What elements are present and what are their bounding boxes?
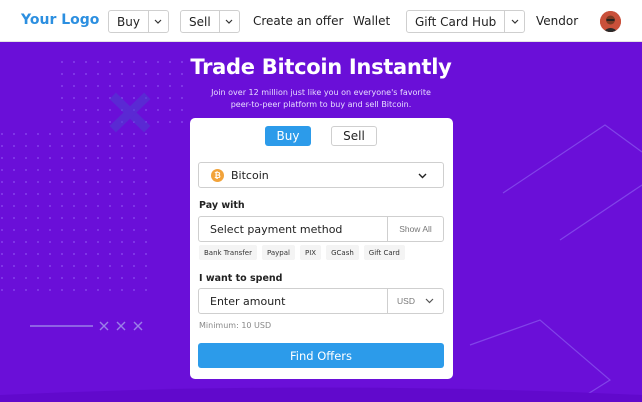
nav-buy-label: Buy xyxy=(117,14,140,29)
show-all-button[interactable]: Show All xyxy=(387,217,443,241)
nav-sell-label: Sell xyxy=(189,14,211,29)
top-navigation: Your Logo Buy Sell Create an offer Walle… xyxy=(0,0,642,42)
payment-method-placeholder: Select payment method xyxy=(210,222,343,236)
coin-select[interactable]: ₿ Bitcoin xyxy=(198,162,444,188)
chevron-down-icon[interactable] xyxy=(147,11,168,32)
chip-gift-card[interactable]: Gift Card xyxy=(363,245,405,260)
nav-create-offer[interactable]: Create an offer xyxy=(253,14,343,28)
avatar-icon xyxy=(600,11,621,32)
hero-subtitle: Join over 12 million just like you on ev… xyxy=(196,87,446,111)
minimum-amount-note: Minimum: 10 USD xyxy=(199,321,272,330)
trade-card: Buy Sell ₿ Bitcoin Pay with Select payme… xyxy=(190,118,453,379)
payment-method-select[interactable]: Select payment method Show All xyxy=(198,216,444,242)
amount-placeholder: Enter amount xyxy=(210,294,286,308)
pay-with-label: Pay with xyxy=(199,200,245,211)
hero-title: Trade Bitcoin Instantly xyxy=(190,55,452,79)
hero-subtitle-line-1: Join over 12 million just like you on ev… xyxy=(211,88,431,97)
chip-pix[interactable]: PIX xyxy=(300,245,322,260)
chip-paypal[interactable]: Paypal xyxy=(261,245,295,260)
tab-buy[interactable]: Buy xyxy=(265,126,311,146)
nav-vendor[interactable]: Vendor xyxy=(536,14,578,28)
x-mark-icon xyxy=(109,92,151,133)
tab-sell[interactable]: Sell xyxy=(331,126,377,146)
user-avatar[interactable] xyxy=(600,11,621,32)
amount-input[interactable]: Enter amount USD xyxy=(198,288,444,314)
chevron-down-icon xyxy=(418,166,427,184)
find-offers-button[interactable]: Find Offers xyxy=(198,343,444,368)
nav-wallet[interactable]: Wallet xyxy=(353,14,390,28)
chevron-down-icon xyxy=(425,298,434,304)
chevron-down-icon[interactable] xyxy=(504,11,524,32)
coin-select-label: Bitcoin xyxy=(231,168,269,182)
hero-subtitle-line-2: peer-to-peer platform to buy and sell Bi… xyxy=(230,100,412,109)
nav-gift-card-hub-dropdown[interactable]: Gift Card Hub xyxy=(406,10,526,33)
spend-label: I want to spend xyxy=(199,273,283,284)
bitcoin-icon: ₿ xyxy=(211,168,224,182)
nav-sell-dropdown[interactable]: Sell xyxy=(180,10,240,33)
nav-gift-card-hub-label: Gift Card Hub xyxy=(415,14,497,29)
chip-gcash[interactable]: GCash xyxy=(326,245,359,260)
x-marks-row xyxy=(30,321,143,331)
currency-label: USD xyxy=(397,296,415,306)
chevron-down-icon[interactable] xyxy=(218,11,239,32)
chip-bank-transfer[interactable]: Bank Transfer xyxy=(199,245,257,260)
payment-method-chips: Bank Transfer Paypal PIX GCash Gift Card xyxy=(199,245,405,260)
site-logo[interactable]: Your Logo xyxy=(21,12,99,28)
currency-select[interactable]: USD xyxy=(387,289,443,313)
nav-buy-dropdown[interactable]: Buy xyxy=(108,10,169,33)
